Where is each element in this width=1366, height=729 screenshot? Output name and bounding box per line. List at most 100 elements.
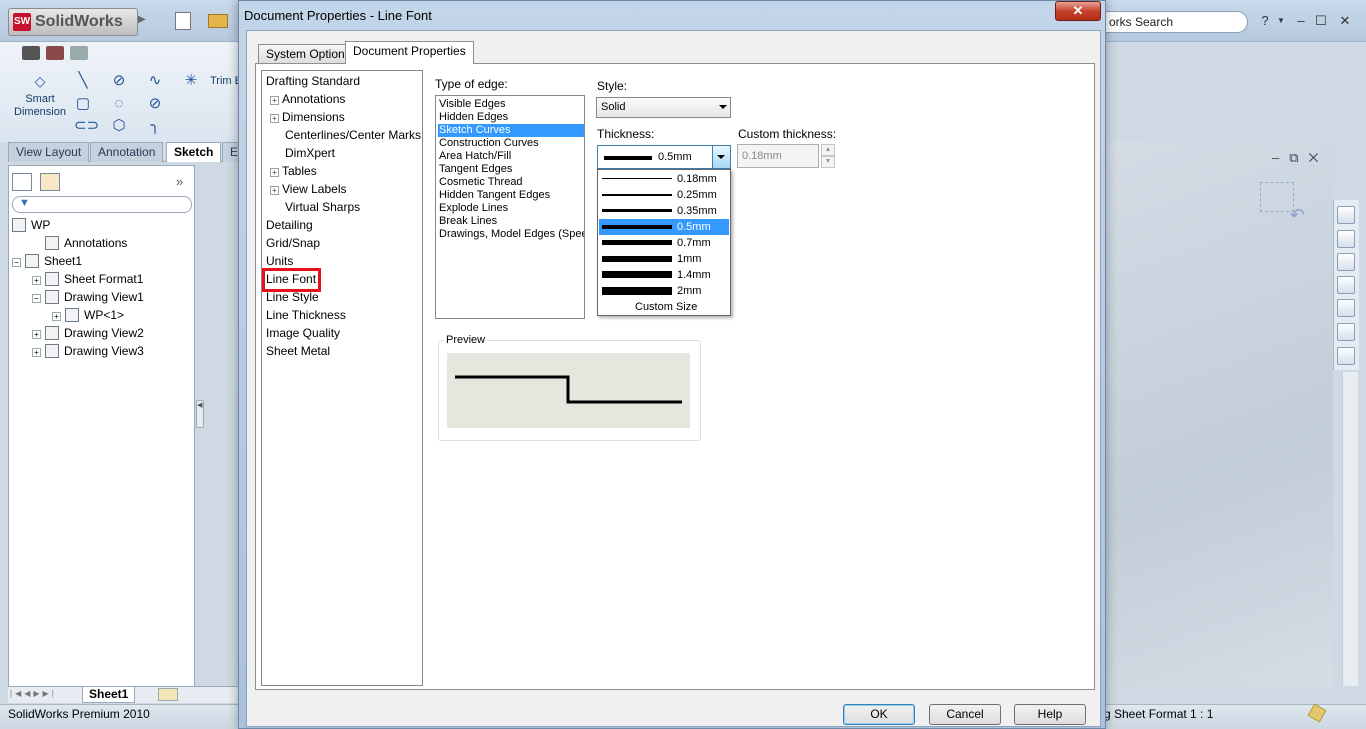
expand-toggle-icon[interactable]: + (32, 330, 41, 339)
thickness-option[interactable]: 2mm (599, 283, 729, 299)
edge-type-item[interactable]: Hidden Tangent Edges (438, 189, 584, 202)
cancel-button[interactable]: Cancel (929, 704, 1001, 725)
sheet1-tab[interactable]: Sheet1 (82, 687, 136, 703)
category-item[interactable]: Grid/Snap (266, 234, 320, 252)
close-icon[interactable]: ✕ (1336, 12, 1354, 30)
thickness-option[interactable]: 1mm (599, 251, 729, 267)
file-explorer-icon[interactable] (1337, 253, 1355, 271)
category-item[interactable]: Line Thickness (266, 306, 346, 324)
record-icon[interactable] (46, 46, 64, 60)
edge-type-item[interactable]: Explode Lines (438, 202, 584, 215)
arc-tool-icon[interactable]: ◌ (110, 96, 128, 112)
expand-toggle-icon[interactable]: + (270, 168, 279, 177)
design-library-icon[interactable] (1337, 230, 1355, 248)
edge-type-item[interactable]: Visible Edges (438, 98, 584, 111)
tab-annotation[interactable]: Annotation (90, 142, 164, 162)
thickness-option[interactable]: 1.4mm (599, 267, 729, 283)
add-sheet-icon[interactable] (158, 688, 178, 701)
expand-toggle-icon[interactable]: + (32, 276, 41, 285)
property-manager-tab-icon[interactable] (40, 173, 60, 191)
edge-type-item[interactable]: Hidden Edges (438, 111, 584, 124)
vertical-scrollbar[interactable] (1342, 372, 1358, 686)
sheet-nav-arrows-icon[interactable]: |◀◀▶▶| (10, 689, 74, 701)
edge-type-item[interactable]: Construction Curves (438, 137, 584, 150)
collapse-panel-icon[interactable]: ◀ (196, 400, 204, 428)
expand-toggle-icon[interactable]: + (52, 312, 61, 321)
category-item[interactable]: Virtual Sharps (266, 198, 360, 216)
ok-button[interactable]: OK (843, 704, 915, 725)
edge-type-item[interactable]: Sketch Curves (438, 124, 584, 137)
expand-toggle-icon[interactable]: + (32, 348, 41, 357)
expand-toggle-icon[interactable]: + (270, 114, 279, 123)
thickness-option[interactable]: 0.5mm (599, 219, 729, 235)
search-results-icon[interactable] (1337, 276, 1355, 294)
point-tool-icon[interactable]: ✳ (182, 73, 200, 89)
edge-type-item[interactable]: Drawings, Model Edges (Speedpak) (438, 228, 584, 241)
spline-tool-icon[interactable]: ∿ (146, 73, 164, 89)
ellipse-tool-icon[interactable]: ⊘ (146, 96, 164, 112)
line-tool-icon[interactable]: ╲ (74, 73, 92, 89)
spin-down-icon[interactable]: ▼ (821, 156, 835, 168)
home-icon[interactable] (1337, 206, 1355, 224)
thickness-option[interactable]: 0.35mm (599, 203, 729, 219)
circle-tool-icon[interactable]: ⊘ (110, 73, 128, 89)
fillet-tool-icon[interactable]: ╮ (146, 118, 164, 134)
tree-item[interactable]: + WP<1> (12, 306, 197, 324)
category-item[interactable]: Image Quality (266, 324, 340, 342)
edge-type-item[interactable]: Break Lines (438, 215, 584, 228)
thickness-option[interactable]: 0.7mm (599, 235, 729, 251)
category-item[interactable]: + Tables (266, 162, 317, 180)
help-dropdown-icon[interactable]: ▼ (1272, 12, 1290, 30)
edge-type-item[interactable]: Cosmetic Thread (438, 176, 584, 189)
tree-item[interactable]: Annotations (12, 234, 197, 252)
tab-document-properties[interactable]: Document Properties (345, 41, 474, 64)
category-item[interactable]: + Dimensions (266, 108, 345, 126)
thickness-option[interactable]: 0.25mm (599, 187, 729, 203)
expand-toggle-icon[interactable]: − (12, 258, 21, 267)
edge-type-list[interactable]: Visible Edges Hidden Edges Sketch Curves Co… (435, 95, 585, 319)
search-input[interactable]: orks Search (1090, 11, 1248, 33)
tab-sketch[interactable]: Sketch (166, 142, 222, 162)
tree-item[interactable]: − Drawing View1 (12, 288, 197, 306)
trim-entities-button[interactable]: Trim Entities (210, 75, 240, 88)
custom-thickness-input[interactable]: 0.18mm (737, 144, 819, 168)
expand-toggle-icon[interactable]: + (270, 186, 279, 195)
custom-size-option[interactable]: Custom Size (599, 299, 729, 315)
edge-type-item[interactable]: Tangent Edges (438, 163, 584, 176)
category-item[interactable]: + View Labels (266, 180, 347, 198)
dialog-close-button[interactable]: ✕ (1055, 1, 1101, 21)
view-palette-icon[interactable] (1337, 299, 1355, 317)
rotate-view-icon[interactable]: ↶ (1290, 205, 1305, 226)
category-item[interactable]: + Annotations (266, 90, 345, 108)
tree-item[interactable]: + Drawing View2 (12, 324, 197, 342)
edge-type-item[interactable]: Area Hatch/Fill (438, 150, 584, 163)
open-folder-icon[interactable] (208, 14, 228, 28)
logo-arrow-icon[interactable]: ▶ (138, 14, 146, 25)
thickness-select[interactable]: 0.5mm (597, 145, 731, 169)
expand-panel-icon[interactable]: » (176, 174, 183, 189)
custom-properties-icon[interactable] (1337, 347, 1355, 365)
help-button[interactable]: Help (1014, 704, 1086, 725)
expand-toggle-icon[interactable]: − (32, 294, 41, 303)
feature-manager-tab-icon[interactable] (12, 173, 32, 191)
expand-toggle-icon[interactable]: + (270, 96, 279, 105)
tree-item[interactable]: + Drawing View3 (12, 342, 197, 360)
style-select[interactable]: Solid (596, 97, 731, 118)
smart-dimension-button[interactable]: ◇ Smart Dimension (12, 74, 68, 119)
tree-item[interactable]: + Sheet Format1 (12, 270, 197, 288)
tab-system-options[interactable]: System Options (258, 44, 359, 64)
tree-root[interactable]: WP (12, 216, 197, 234)
rectangle-tool-icon[interactable]: ▢ (74, 96, 92, 112)
polygon-tool-icon[interactable]: ⬡ (110, 118, 128, 134)
minimize-icon[interactable]: – (1292, 12, 1310, 30)
spin-up-icon[interactable]: ▲ (821, 144, 835, 156)
view-controls-icon[interactable]: –⧉✕ (1272, 150, 1328, 166)
category-item[interactable]: Centerlines/Center Marks (266, 126, 421, 144)
category-item[interactable]: Sheet Metal (266, 342, 330, 360)
maximize-icon[interactable]: ☐ (1312, 12, 1330, 30)
tab-view-layout[interactable]: View Layout (8, 142, 90, 162)
category-item[interactable]: Detailing (266, 216, 313, 234)
tree-item[interactable]: − Sheet1 (12, 252, 197, 270)
tree-filter-input[interactable]: ▼ (12, 196, 192, 213)
appearances-icon[interactable] (1337, 323, 1355, 341)
